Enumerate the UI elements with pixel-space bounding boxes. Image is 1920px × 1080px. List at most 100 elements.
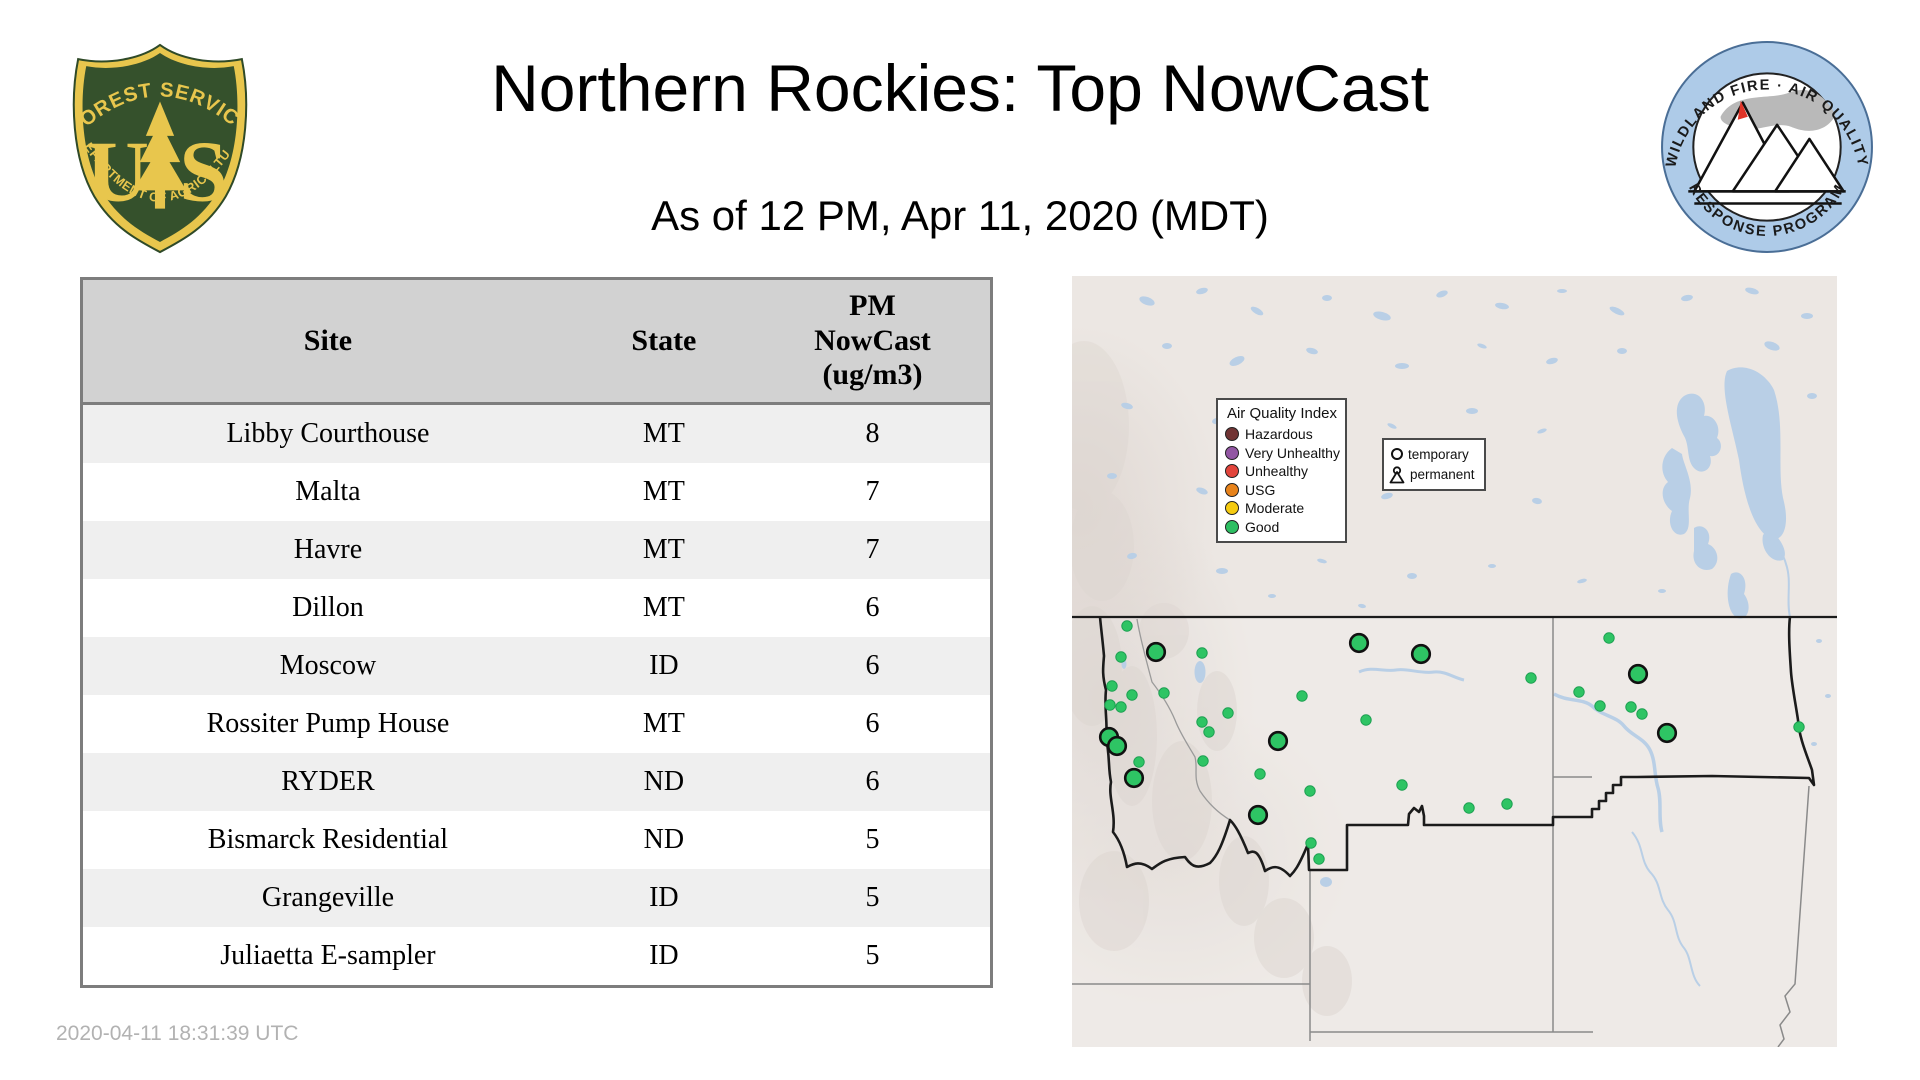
usfs-shield-icon: FOREST SERVICE DEPARTMENT OF AGRICULTURE…	[55, 20, 248, 254]
monitor-dot-permanent	[1106, 735, 1128, 757]
monitor-dot-temporary	[1625, 701, 1637, 713]
table-row: Bismarck Residential ND 5	[81, 811, 992, 869]
site-cell: RYDER	[281, 766, 375, 797]
value-cell: 6	[865, 708, 880, 739]
col-header-site: Site	[81, 278, 573, 405]
monitor-dot-temporary	[1793, 721, 1805, 733]
aqi-legend-item-label: Moderate	[1245, 500, 1305, 516]
state-cell: MT	[642, 418, 685, 449]
permanent-label: permanent	[1410, 467, 1475, 483]
table-body: Libby Courthouse MT 8 Malta MT 7 Havre M…	[81, 403, 992, 987]
generated-timestamp: 2020-04-11 18:31:39 UTC	[56, 1022, 299, 1045]
table-row: Moscow ID 6	[81, 637, 992, 695]
state-cell: MT	[642, 592, 685, 623]
table-row: Juliaetta E-sampler ID 5	[81, 927, 992, 987]
table-row: Malta MT 7	[81, 463, 992, 521]
monitor-dot-permanent	[1145, 641, 1167, 663]
value-cell: 7	[865, 476, 880, 507]
state-cell: MT	[642, 476, 685, 507]
monitor-dot-permanent	[1267, 730, 1289, 752]
monitor-map: Air Quality Index Hazardous Very Unhealt…	[1072, 276, 1837, 1047]
table-header-row: Site State PM NowCast (ug/m3)	[81, 278, 992, 405]
aqi-color-dot-icon	[1225, 482, 1239, 497]
monitor-dot-temporary	[1121, 620, 1133, 632]
page-subtitle: As of 12 PM, Apr 11, 2020 (MDT)	[651, 192, 1269, 239]
state-cell: MT	[642, 534, 685, 565]
wfaqrp-logo-icon: WILDLAND FIRE · AIR QUALITY RESPONSE PRO…	[1661, 41, 1873, 253]
site-cell: Malta	[295, 476, 361, 507]
aqi-legend-item-label: Unhealthy	[1245, 463, 1309, 479]
monitor-dot-permanent	[1348, 632, 1370, 654]
monitor-dot-temporary	[1594, 700, 1606, 712]
monitor-dot-temporary	[1463, 802, 1475, 814]
site-cell: Libby Courthouse	[226, 418, 430, 449]
value-cell: 7	[865, 534, 880, 565]
value-cell: 8	[865, 418, 880, 449]
monitor-dot-temporary	[1501, 798, 1513, 810]
aqi-legend-title: Air Quality Index	[1226, 405, 1338, 422]
site-cell: Moscow	[279, 650, 377, 681]
monitor-dot-permanent	[1247, 804, 1269, 826]
aqi-legend-item-label: Very Unhealthy	[1245, 444, 1340, 461]
monitor-dot-temporary	[1115, 701, 1127, 713]
state-cell: ID	[649, 882, 679, 913]
table-row: Dillon MT 6	[81, 579, 992, 637]
usfs-monogram-s: S	[179, 124, 227, 220]
table-row: Libby Courthouse MT 8	[81, 403, 992, 463]
monitor-dot-temporary	[1197, 755, 1209, 767]
monitor-dot-temporary	[1203, 726, 1215, 738]
site-cell: Havre	[293, 534, 363, 565]
monitor-dot-temporary	[1360, 714, 1372, 726]
aqi-legend-item: Very Unhealthy	[1225, 444, 1340, 461]
monitor-dot-temporary	[1126, 689, 1138, 701]
marker-legend-row-temporary: temporary	[1389, 444, 1479, 465]
aqi-color-dot-icon	[1225, 445, 1239, 460]
aqi-legend-item-label: Hazardous	[1245, 426, 1313, 442]
wfaqrp-logo: WILDLAND FIRE · AIR QUALITY RESPONSE PRO…	[1658, 38, 1876, 261]
permanent-marker-icon	[1389, 466, 1405, 484]
value-cell: 5	[865, 940, 880, 971]
table-row: RYDER ND 6	[81, 753, 992, 811]
monitor-dot-temporary	[1396, 779, 1408, 791]
page-title: Northern Rockies: Top NowCast	[491, 51, 1429, 125]
report-page: { "header": { "title": "Northern Rockies…	[0, 0, 1920, 1080]
temporary-marker-icon	[1391, 448, 1403, 461]
aqi-legend-item: USG	[1225, 482, 1339, 498]
site-cell: Dillon	[292, 592, 364, 623]
value-cell: 6	[865, 766, 880, 797]
col-header-pm: PM NowCast (ug/m3)	[754, 278, 992, 405]
monitor-dot-temporary	[1304, 785, 1316, 797]
monitor-dot-temporary	[1254, 768, 1266, 780]
table-row: Havre MT 7	[81, 521, 992, 579]
site-cell: Bismarck Residential	[207, 824, 449, 855]
state-cell: ID	[649, 940, 679, 971]
monitor-dot-permanent	[1410, 643, 1432, 665]
monitor-dot-temporary	[1573, 686, 1585, 698]
usfs-monogram-u: U	[86, 124, 149, 220]
table-row: Grangeville ID 5	[81, 869, 992, 927]
terrain-shading	[1072, 341, 1134, 601]
aqi-legend-item-label: USG	[1245, 481, 1276, 498]
aqi-color-dot-icon	[1225, 501, 1239, 515]
aqi-legend-item: Moderate	[1225, 500, 1339, 516]
col-header-state: State	[572, 278, 755, 405]
aqi-color-dot-icon	[1225, 519, 1239, 534]
temporary-label: temporary	[1408, 446, 1469, 462]
value-cell: 5	[865, 882, 880, 913]
monitor-dot-temporary	[1603, 632, 1615, 644]
monitor-dot-temporary	[1106, 680, 1118, 692]
monitor-dot-temporary	[1313, 853, 1325, 865]
state-cell: ID	[649, 650, 679, 681]
aqi-legend: Air Quality Index Hazardous Very Unhealt…	[1216, 398, 1347, 543]
monitor-dot-permanent	[1123, 767, 1145, 789]
monitor-dot-temporary	[1525, 672, 1537, 684]
monitor-dot-temporary	[1222, 707, 1234, 719]
marker-type-legend: temporary permanent	[1382, 438, 1486, 491]
table-row: Rossiter Pump House MT 6	[81, 695, 992, 753]
usfs-logo: FOREST SERVICE DEPARTMENT OF AGRICULTURE…	[55, 20, 258, 267]
monitor-dot-temporary	[1636, 708, 1648, 720]
monitor-dot-temporary	[1158, 687, 1170, 699]
monitor-dot-permanent	[1627, 663, 1649, 685]
monitor-dot-temporary	[1104, 699, 1116, 711]
aqi-legend-item-label: Good	[1245, 518, 1280, 535]
